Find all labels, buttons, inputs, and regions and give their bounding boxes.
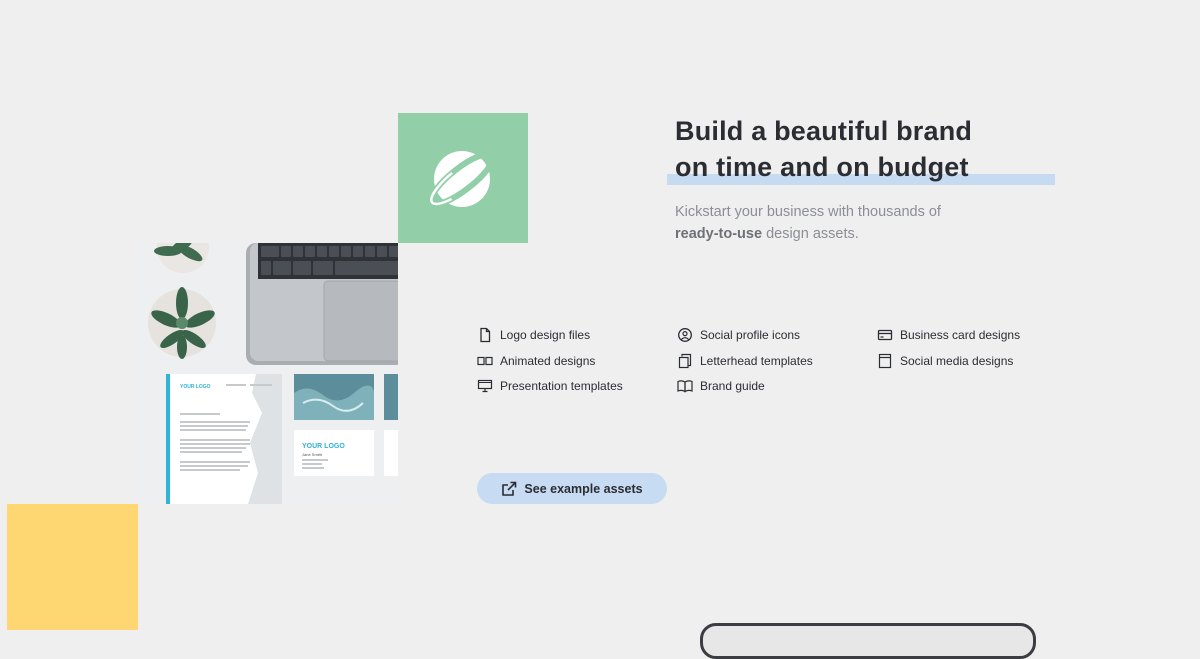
feature-label: Presentation templates <box>500 379 623 393</box>
feature-label: Logo design files <box>500 328 591 342</box>
device-mockup-peek <box>700 623 1036 659</box>
feature-logo-design-files: Logo design files <box>477 327 590 343</box>
subtitle-end: design assets. <box>766 226 859 242</box>
subtitle-bold: ready-to-use <box>675 226 763 242</box>
external-link-icon <box>501 481 517 497</box>
business-card-logo-text: YOUR LOGO <box>302 443 345 450</box>
cta-label: See example assets <box>524 481 643 496</box>
feature-business-card-designs: Business card designs <box>877 327 1020 343</box>
see-example-assets-button[interactable]: See example assets <box>477 473 667 504</box>
page-title: Build a beautiful brand on time and on b… <box>675 113 972 185</box>
feature-label: Brand guide <box>700 379 765 393</box>
business-card-name: Jane Smith <box>302 452 323 457</box>
subtitle-start: Kickstart your business with thousands o… <box>675 204 941 220</box>
book-icon <box>677 378 693 394</box>
user-circle-icon <box>677 327 693 343</box>
planet-icon <box>428 151 496 207</box>
feature-letterhead-templates: Letterhead templates <box>677 353 813 369</box>
feature-social-media-designs: Social media designs <box>877 353 1013 369</box>
feature-label: Social profile icons <box>700 328 801 342</box>
copy-icon <box>677 353 693 369</box>
presentation-icon <box>477 378 493 394</box>
subtitle: Kickstart your business with thousands o… <box>675 201 995 245</box>
feature-animated-designs: Animated designs <box>477 353 595 369</box>
feature-social-profile-icons: Social profile icons <box>677 327 800 343</box>
animation-icon <box>477 353 493 369</box>
feature-label: Business card designs <box>900 328 1021 342</box>
stationery-mockup-image: YOUR LOGO YOUR LOGO Jane Smith <box>138 243 398 504</box>
letterhead-logo-text: YOUR LOGO <box>180 384 211 390</box>
window-icon <box>877 353 893 369</box>
file-icon <box>477 327 493 343</box>
title-line-2: on time and on budget <box>675 152 969 182</box>
title-line-1: Build a beautiful brand <box>675 116 973 146</box>
feature-presentation-templates: Presentation templates <box>477 378 623 394</box>
feature-label: Letterhead templates <box>700 354 813 368</box>
feature-label: Social media designs <box>900 354 1014 368</box>
planet-logo-tile <box>398 113 528 243</box>
feature-brand-guide: Brand guide <box>677 378 765 394</box>
yellow-decor-block <box>7 504 138 630</box>
feature-label: Animated designs <box>500 354 596 368</box>
credit-card-icon <box>877 327 893 343</box>
mockup-illustration <box>138 243 398 504</box>
